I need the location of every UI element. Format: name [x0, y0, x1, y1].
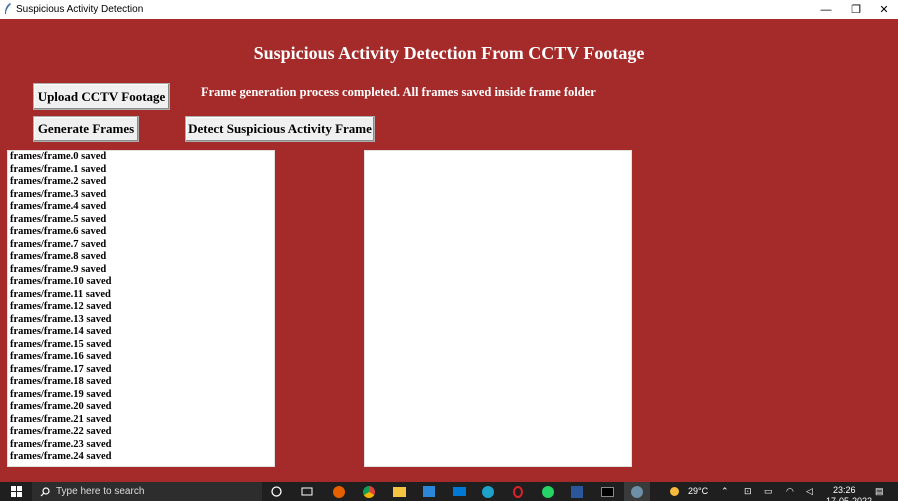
log-line: frames/frame.8 saved: [10, 251, 107, 262]
upload-footage-button[interactable]: Upload CCTV Footage: [33, 83, 170, 110]
taskbar: Type here to search 29°C ⌃ ⊡ ▭ ◠ ◁ 23:26…: [0, 482, 898, 501]
chevron-up-icon[interactable]: ⌃: [721, 486, 729, 497]
frames-log-textarea[interactable]: frames/frame.0 saved frames/frame.1 saved…: [7, 150, 275, 467]
network-icon[interactable]: ⊡: [744, 486, 752, 497]
weather-temperature[interactable]: 29°C: [688, 486, 708, 496]
close-button[interactable]: ✕: [869, 0, 898, 19]
firefox-icon[interactable]: [329, 482, 349, 501]
log-line: frames/frame.0 saved: [10, 151, 107, 162]
log-line: frames/frame.18 saved: [10, 376, 112, 387]
chrome-icon[interactable]: [359, 482, 379, 501]
log-line: frames/frame.13 saved: [10, 313, 112, 325]
log-line: frames/frame.7 saved: [10, 238, 107, 250]
opera-icon[interactable]: [508, 482, 528, 501]
wifi-icon[interactable]: ◠: [786, 486, 794, 497]
log-line: frames/frame.5 saved: [10, 213, 107, 225]
log-line: frames/frame.9 saved: [10, 263, 107, 275]
window-titlebar: Suspicious Activity Detection — ❐ ✕: [0, 0, 898, 19]
log-line: frames/frame.3 saved: [10, 188, 107, 200]
log-line: frames/frame.10 saved: [10, 276, 112, 287]
weather-icon[interactable]: [666, 482, 682, 501]
status-message: Frame generation process completed. All …: [201, 85, 596, 99]
results-textarea[interactable]: [364, 150, 632, 467]
restore-button[interactable]: ❐: [841, 0, 871, 19]
log-line: frames/frame.11 saved: [10, 288, 111, 300]
edge-icon[interactable]: [478, 482, 498, 501]
speaker-icon[interactable]: ◁: [806, 486, 813, 497]
log-line: frames/frame.4 saved: [10, 201, 107, 212]
frames-log-list: frames/frame.0 saved frames/frame.1 saved…: [8, 151, 274, 464]
window-title: Suspicious Activity Detection: [16, 4, 144, 15]
page-title: Suspicious Activity Detection From CCTV …: [253, 43, 645, 63]
word-icon[interactable]: [567, 482, 587, 501]
notification-icon[interactable]: ▤: [875, 486, 884, 497]
main-window: Suspicious Activity Detection From CCTV …: [0, 19, 898, 482]
log-line: frames/frame.14 saved: [10, 326, 112, 337]
log-line: frames/frame.17 saved: [10, 363, 112, 375]
log-line: frames/frame.24 saved: [10, 451, 112, 462]
feather-icon: [5, 3, 11, 14]
detect-suspicious-button[interactable]: Detect Suspicious Activity Frame: [185, 116, 375, 142]
log-line: frames/frame.22 saved: [10, 426, 112, 437]
search-icon: [40, 486, 50, 496]
windows-start-icon[interactable]: [4, 482, 28, 501]
taskbar-search-placeholder: Type here to search: [56, 486, 145, 497]
cortana-icon[interactable]: [266, 482, 286, 501]
log-line: frames/frame.15 saved: [10, 338, 112, 350]
terminal-icon[interactable]: [597, 482, 617, 501]
python-app-icon[interactable]: [624, 482, 650, 501]
whatsapp-icon[interactable]: [538, 482, 558, 501]
log-line: frames/frame.12 saved: [10, 301, 112, 312]
task-view-icon[interactable]: [297, 482, 317, 501]
mail-icon[interactable]: [449, 482, 469, 501]
log-line: frames/frame.21 saved: [10, 413, 112, 425]
clock-date[interactable]: 17-05-2022: [826, 496, 872, 501]
log-line: frames/frame.19 saved: [10, 388, 112, 400]
store-icon[interactable]: [419, 482, 439, 501]
file-explorer-icon[interactable]: [389, 482, 409, 501]
log-line: frames/frame.16 saved: [10, 351, 112, 362]
log-line: frames/frame.23 saved: [10, 438, 112, 450]
log-line: frames/frame.6 saved: [10, 226, 107, 237]
minimize-button[interactable]: —: [811, 0, 841, 19]
log-line: frames/frame.1 saved: [10, 163, 107, 175]
log-line: frames/frame.2 saved: [10, 176, 107, 187]
taskbar-search-box[interactable]: Type here to search: [32, 482, 262, 501]
battery-icon[interactable]: ▭: [764, 486, 773, 497]
log-line: frames/frame.20 saved: [10, 401, 112, 412]
clock-time[interactable]: 23:26: [833, 485, 856, 495]
generate-frames-button[interactable]: Generate Frames: [33, 116, 139, 142]
